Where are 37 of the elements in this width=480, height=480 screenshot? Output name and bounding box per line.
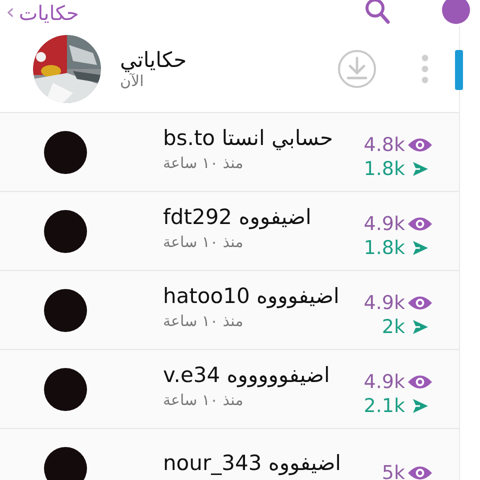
story-avatar[interactable] — [44, 210, 87, 252]
back-chevron[interactable]: ‹ — [6, 2, 15, 24]
story-title: حكاياتي — [120, 48, 187, 72]
view-count: 4.9k — [364, 292, 405, 314]
story-avatar[interactable] — [44, 368, 87, 410]
story-avatar[interactable] — [44, 288, 87, 332]
view-count: 4.9k — [364, 213, 405, 235]
view-count: 4.8k — [364, 134, 405, 156]
story-title: اضيفووه fdt292 — [163, 204, 312, 232]
send-icon — [411, 318, 429, 336]
story-title: اضيفووه nour_343 — [163, 450, 341, 478]
send-icon — [411, 160, 429, 178]
profile-avatar[interactable] — [442, 0, 470, 24]
scroll-thumb — [455, 50, 463, 90]
reply-count: 2.1k — [364, 395, 405, 417]
view-count: 5k — [382, 462, 405, 480]
story-title: اضيفوووه hatoo10 — [163, 283, 340, 310]
story-title: حسابي انستا bs.to — [163, 125, 333, 152]
reply-count: 2k — [382, 316, 405, 338]
story-time: منذ ١٠ ساعة — [163, 154, 244, 172]
story-avatar[interactable] — [44, 130, 87, 174]
eye-icon — [407, 137, 433, 153]
reply-count: 1.8k — [364, 237, 405, 259]
eye-icon — [407, 216, 433, 232]
eye-icon — [407, 374, 433, 390]
story-time: منذ ١٠ ساعة — [163, 232, 244, 251]
story-time: الآن — [120, 72, 144, 90]
story-time: منذ ١٠ ساعة — [163, 390, 244, 409]
story-avatar[interactable] — [44, 446, 87, 480]
screen-title: حكايات — [18, 2, 79, 24]
send-icon — [411, 397, 429, 415]
view-count: 4.9k — [364, 371, 405, 393]
story-time: منذ ١٠ ساعة — [163, 312, 244, 330]
send-icon — [411, 239, 429, 257]
story-title: اضيفوووووه v.e34 — [163, 362, 330, 390]
reply-count: 1.8k — [364, 158, 405, 180]
eye-icon — [407, 295, 433, 311]
